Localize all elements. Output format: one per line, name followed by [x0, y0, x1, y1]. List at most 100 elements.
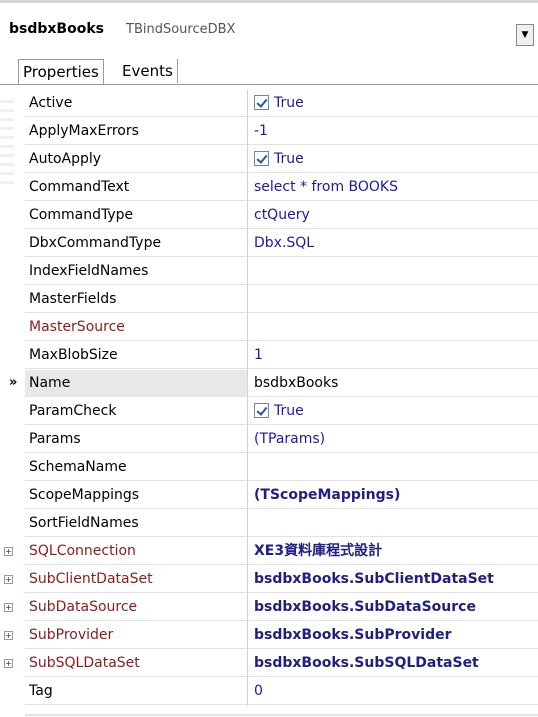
property-row-mastersource[interactable]: MasterSource	[0, 314, 538, 342]
property-value[interactable]: bsdbxBooks.SubClientDataSet	[248, 566, 538, 593]
expand-icon[interactable]: +	[4, 631, 13, 640]
property-value-text: bsdbxBooks.SubProvider	[254, 627, 452, 643]
property-row-schemaname[interactable]: SchemaName	[0, 454, 538, 482]
property-name: Name	[25, 370, 247, 397]
property-value-text: -1	[254, 123, 268, 139]
property-value[interactable]: (TScopeMappings)	[248, 482, 538, 509]
property-name: SchemaName	[25, 454, 247, 481]
component-name: bsdbxBooks	[9, 21, 104, 37]
property-row-dbxcommandtype[interactable]: DbxCommandType Dbx.SQL	[0, 230, 538, 258]
property-name: AutoApply	[25, 146, 247, 173]
property-name: SubClientDataSet	[25, 566, 247, 593]
property-row-commandtype[interactable]: CommandType ctQuery	[0, 202, 538, 230]
component-type: TBindSourceDBX	[126, 22, 236, 37]
property-name: MasterFields	[25, 286, 247, 313]
property-row-sortfieldnames[interactable]: SortFieldNames	[0, 510, 538, 538]
property-row-subclientdataset[interactable]: + SubClientDataSet bsdbxBooks.SubClientDat…	[0, 566, 538, 594]
property-value[interactable]	[248, 258, 538, 285]
tab-events[interactable]: Events	[118, 59, 178, 83]
property-value-text: True	[274, 95, 304, 111]
selected-row-marker: »	[9, 375, 18, 390]
property-name: IndexFieldNames	[25, 258, 247, 285]
property-row-paramcheck[interactable]: ParamCheck True	[0, 398, 538, 426]
property-value-text: bsdbxBooks.SubDataSource	[254, 599, 476, 615]
property-value-text: bsdbxBooks	[254, 375, 339, 391]
property-value-text: True	[274, 151, 304, 167]
property-value-text: Dbx.SQL	[254, 235, 315, 251]
property-row-name[interactable]: » Name bsdbxBooks	[0, 370, 538, 398]
property-name: SubSQLDataSet	[25, 650, 247, 677]
property-row-subdatasource[interactable]: + SubDataSource bsdbxBooks.SubDataSource	[0, 594, 538, 622]
top-border	[0, 0, 538, 3]
property-value[interactable]: Dbx.SQL	[248, 230, 538, 257]
property-value[interactable]: bsdbxBooks.SubProvider	[248, 622, 538, 649]
property-value[interactable]: bsdbxBooks.SubDataSource	[248, 594, 538, 621]
property-name: ApplyMaxErrors	[25, 118, 247, 145]
property-value-text: bsdbxBooks.SubSQLDataSet	[254, 655, 479, 671]
property-value[interactable]: True	[248, 146, 538, 173]
property-value[interactable]: XE3資料庫程式設計	[248, 538, 538, 565]
expand-icon[interactable]: +	[4, 659, 13, 668]
property-row-indexfieldnames[interactable]: IndexFieldNames	[0, 258, 538, 286]
expand-icon[interactable]: +	[4, 547, 13, 556]
tab-divider	[0, 84, 538, 85]
property-value-text: 1	[254, 347, 263, 363]
property-name: DbxCommandType	[25, 230, 247, 257]
property-value[interactable]: ctQuery	[248, 202, 538, 229]
property-value[interactable]: bsdbxBooks	[248, 370, 538, 397]
property-value-text: (TParams)	[254, 431, 326, 447]
property-name: MasterSource	[25, 314, 247, 341]
property-name: ParamCheck	[25, 398, 247, 425]
expand-icon[interactable]: +	[4, 603, 13, 612]
property-name: ScopeMappings	[25, 482, 247, 509]
property-name: CommandText	[25, 174, 247, 201]
property-row-active[interactable]: Active True	[0, 90, 538, 118]
property-row-subprovider[interactable]: + SubProvider bsdbxBooks.SubProvider	[0, 622, 538, 650]
property-value[interactable]	[248, 454, 538, 481]
property-value-text: bsdbxBooks.SubClientDataSet	[254, 571, 494, 587]
property-row-masterfields[interactable]: MasterFields	[0, 286, 538, 314]
property-value[interactable]: True	[248, 90, 538, 117]
property-value[interactable]: 1	[248, 342, 538, 369]
property-row-sqlconnection[interactable]: + SQLConnection XE3資料庫程式設計	[0, 538, 538, 566]
property-value-text: 0	[254, 683, 263, 699]
property-row-applymaxerrors[interactable]: ApplyMaxErrors -1	[0, 118, 538, 146]
property-name: Params	[25, 426, 247, 453]
property-value[interactable]: (TParams)	[248, 426, 538, 453]
checkbox-checked-icon[interactable]	[254, 151, 269, 166]
chevron-down-icon[interactable]: ▼	[516, 24, 534, 46]
property-value[interactable]: select * from BOOKS	[248, 174, 538, 201]
property-value[interactable]: 0	[248, 678, 538, 705]
expand-icon[interactable]: +	[4, 575, 13, 584]
property-row-commandtext[interactable]: CommandText select * from BOOKS	[0, 174, 538, 202]
property-name: Active	[25, 90, 247, 117]
checkbox-checked-icon[interactable]	[254, 95, 269, 110]
property-value[interactable]	[248, 314, 538, 341]
property-row-subsqldataset[interactable]: + SubSQLDataSet bsdbxBooks.SubSQLDataSet	[0, 650, 538, 678]
property-name: MaxBlobSize	[25, 342, 247, 369]
property-row-params[interactable]: Params (TParams)	[0, 426, 538, 454]
property-value[interactable]: True	[248, 398, 538, 425]
property-name: SortFieldNames	[25, 510, 247, 537]
checkbox-checked-icon[interactable]	[254, 403, 269, 418]
component-selector[interactable]: bsdbxBooks TBindSourceDBX ▼	[0, 14, 538, 46]
property-value[interactable]	[248, 286, 538, 313]
property-name: SubProvider	[25, 622, 247, 649]
property-value-text: ctQuery	[254, 207, 310, 223]
property-value[interactable]: bsdbxBooks.SubSQLDataSet	[248, 650, 538, 677]
property-grid: Active True ApplyMaxErrors -1 AutoApply True C…	[0, 90, 538, 706]
property-value-text: True	[274, 403, 304, 419]
property-value-text: (TScopeMappings)	[254, 487, 401, 503]
property-value[interactable]: -1	[248, 118, 538, 145]
property-row-autoapply[interactable]: AutoApply True	[0, 146, 538, 174]
property-row-tag[interactable]: Tag 0	[0, 678, 538, 706]
property-row-scopemappings[interactable]: ScopeMappings (TScopeMappings)	[0, 482, 538, 510]
property-name: SQLConnection	[25, 538, 247, 565]
grid-bottom-border	[25, 714, 538, 716]
property-value-text: XE3資料庫程式設計	[254, 543, 383, 559]
property-value[interactable]	[248, 510, 538, 537]
tab-properties[interactable]: Properties	[18, 59, 104, 84]
property-name: Tag	[25, 678, 247, 705]
property-value-text: select * from BOOKS	[254, 179, 398, 195]
property-row-maxblobsize[interactable]: MaxBlobSize 1	[0, 342, 538, 370]
